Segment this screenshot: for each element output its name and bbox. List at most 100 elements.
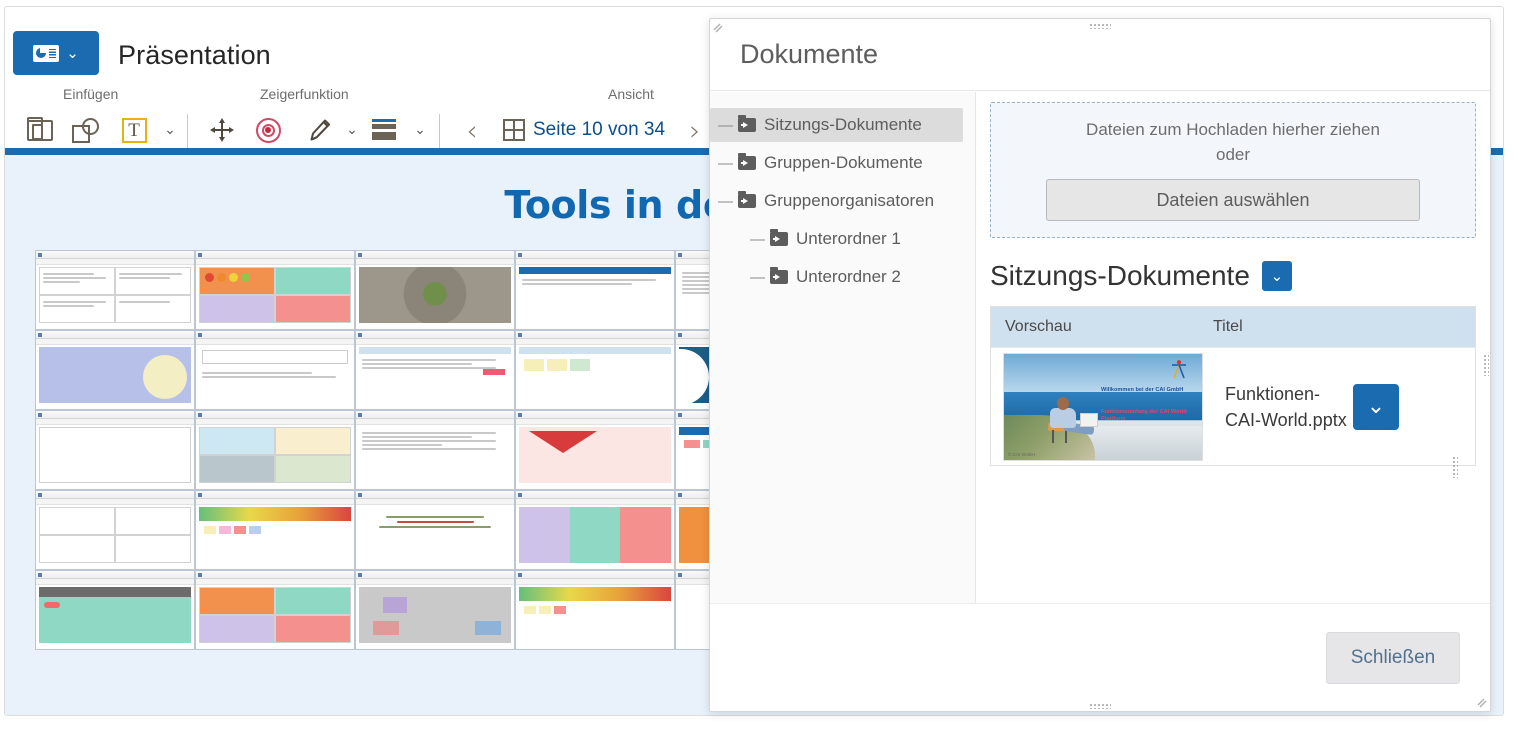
tree-item-unterordner-1[interactable]: — Unterordner 1 — [710, 222, 963, 256]
app-menu-button[interactable]: ⌄ — [13, 31, 99, 75]
column-header-titel: Titel — [1213, 318, 1243, 335]
move-tool-button[interactable] — [203, 110, 241, 150]
tree-toggle-icon[interactable]: — — [718, 193, 733, 210]
folder-icon — [738, 191, 756, 208]
cai-logo-icon — [1168, 359, 1190, 381]
dialog-header: Dokumente — [710, 19, 1490, 91]
tree-item-sitzungs-dokumente[interactable]: — Sitzungs-Dokumente — [710, 108, 963, 142]
grid-view-icon — [503, 119, 525, 141]
section-header: Sitzungs-Dokumente ⌄ — [990, 260, 1476, 292]
slide-mini-tile — [515, 410, 675, 490]
slide-mini-tile — [35, 490, 195, 570]
toolbar-divider-1 — [187, 114, 188, 148]
thumbnail-subline: Funktionsumfang der CAI World Plattform — [1101, 408, 1187, 422]
tree-toggle-icon[interactable]: — — [718, 117, 733, 134]
chevron-down-icon: ⌄ — [66, 43, 79, 62]
slide-mini-tile — [195, 570, 355, 650]
section-menu-button[interactable]: ⌄ — [1261, 261, 1292, 291]
insert-textbox-button[interactable]: T — [115, 110, 153, 150]
slide-mini-tile — [195, 410, 355, 490]
resize-handle-top-left-icon[interactable] — [713, 23, 727, 37]
page-indicator[interactable]: Seite 10 von 34 — [503, 110, 665, 150]
document-actions-button[interactable]: ⌄ — [1353, 383, 1399, 430]
slide-mini-tile — [515, 250, 675, 330]
slide-mini-tile — [515, 490, 675, 570]
tree-item-gruppenorganisatoren[interactable]: — Gruppenorganisatoren — [710, 184, 963, 218]
tree-item-label: Gruppenorganisatoren — [764, 191, 935, 210]
slide-mini-tile — [355, 250, 515, 330]
pen-icon — [306, 117, 332, 143]
dialog-title: Dokumente — [740, 39, 879, 69]
insert-object-icon — [26, 116, 53, 141]
documents-table: Vorschau Titel Willkommen bei der CAI Gm… — [990, 306, 1476, 466]
slide-mini-tile — [35, 410, 195, 490]
insert-shape-button[interactable] — [66, 110, 104, 150]
dialog-body: — Sitzungs-Dokumente — Gruppen-Dokumente… — [710, 92, 1490, 603]
tree-item-label: Gruppen-Dokumente — [764, 153, 923, 172]
slide-mini-tile — [195, 250, 355, 330]
dialog-footer: Schließen — [710, 603, 1490, 711]
document-title: Funktionen-CAI-World.pptx — [1225, 383, 1347, 430]
chevron-down-icon: ⌄ — [1270, 267, 1284, 285]
slide-mini-tile — [35, 570, 195, 650]
close-button[interactable]: Schließen — [1326, 631, 1460, 684]
select-files-button[interactable]: Dateien auswählen — [1046, 179, 1420, 221]
slide-mini-tile — [515, 330, 675, 410]
move-icon — [209, 117, 235, 143]
tree-toggle-icon[interactable]: — — [750, 269, 765, 286]
dropzone-hint-line1: Dateien zum Hochladen hierher ziehen — [1086, 120, 1380, 139]
slide-mini-tile — [355, 490, 515, 570]
tree-item-unterordner-2[interactable]: — Unterordner 2 — [710, 260, 963, 294]
prev-page-button[interactable]: ‹ — [455, 110, 489, 150]
laser-pointer-button[interactable] — [249, 110, 287, 150]
laser-pointer-icon — [255, 117, 281, 143]
pen-tool-button[interactable] — [300, 110, 338, 150]
slide-mini-tile — [35, 250, 195, 330]
slide-mini-tile — [515, 570, 675, 650]
layout-options-caret[interactable]: ⌄ — [410, 120, 430, 140]
tree-toggle-icon[interactable]: — — [750, 231, 765, 248]
thumbnail-headline: Willkommen bei der CAI GmbH — [1101, 387, 1184, 394]
resize-handle-top[interactable] — [1089, 23, 1111, 29]
ribbon-group-insert-label: Einfügen — [63, 86, 119, 102]
textbox-icon: T — [121, 117, 147, 143]
layout-bars-button[interactable] — [365, 110, 403, 150]
table-row[interactable]: Willkommen bei der CAI GmbH Funktionsumf… — [991, 347, 1475, 465]
slide-mini-tile — [355, 410, 515, 490]
dropzone-hint-line2: oder — [1215, 145, 1251, 164]
section-title: Sitzungs-Dokumente — [990, 260, 1250, 291]
insert-more-caret[interactable]: ⌄ — [160, 120, 180, 140]
next-page-button[interactable]: › — [678, 110, 712, 150]
thumbnail-copyright: © CAI GmbH — [1008, 451, 1035, 457]
ribbon-group-view-label: Ansicht — [608, 86, 654, 102]
folder-tree: — Sitzungs-Dokumente — Gruppen-Dokumente… — [710, 92, 976, 603]
folder-icon — [770, 229, 788, 246]
toolbar-divider-2 — [439, 114, 440, 148]
slide-mini-tile — [355, 570, 515, 650]
shape-icon — [71, 117, 99, 143]
tree-item-label: Sitzungs-Dokumente — [764, 115, 922, 134]
insert-object-button[interactable] — [21, 110, 59, 150]
pen-options-caret[interactable]: ⌄ — [342, 120, 362, 140]
pane-resize-grip[interactable] — [1452, 456, 1458, 478]
folder-icon — [738, 115, 756, 132]
layout-bars-icon — [372, 119, 396, 141]
table-header-row: Vorschau Titel — [991, 307, 1475, 347]
slide-mini-tile — [195, 330, 355, 410]
slide-mini-tile — [195, 490, 355, 570]
upload-dropzone[interactable]: Dateien zum Hochladen hierher ziehen ode… — [990, 102, 1476, 238]
tree-item-gruppen-dokumente[interactable]: — Gruppen-Dokumente — [710, 146, 963, 180]
ribbon-group-pointer-label: Zeigerfunktion — [260, 86, 349, 102]
slide-mini-tile — [35, 330, 195, 410]
document-thumbnail[interactable]: Willkommen bei der CAI GmbH Funktionsumf… — [1003, 352, 1203, 461]
folder-icon — [770, 267, 788, 284]
page-title: Präsentation — [118, 40, 271, 70]
documents-pane: Dateien zum Hochladen hierher ziehen ode… — [976, 92, 1490, 603]
slide-mini-tile — [355, 330, 515, 410]
column-header-vorschau: Vorschau — [1005, 318, 1072, 335]
tree-item-label: Unterordner 2 — [796, 267, 901, 286]
screen-root: ⌄ Präsentation Einfügen Zeigerfunktion A… — [0, 0, 1517, 742]
slides-icon — [33, 44, 60, 62]
tree-toggle-icon[interactable]: — — [718, 155, 733, 172]
tree-item-label: Unterordner 1 — [796, 229, 901, 248]
